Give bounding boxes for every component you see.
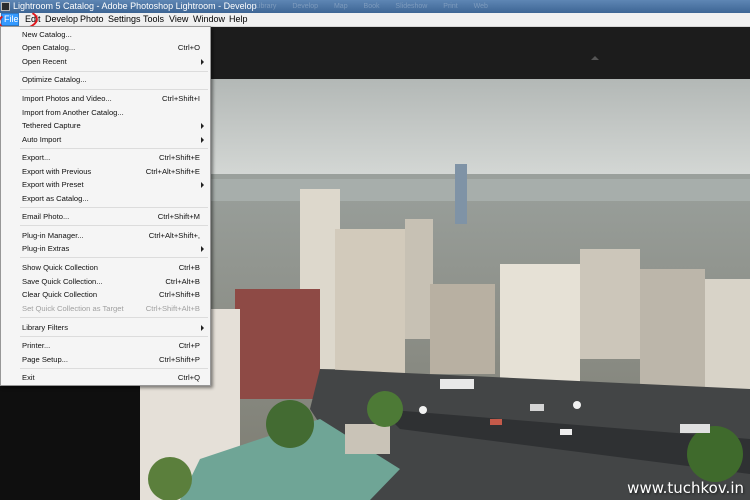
module-picker-ghost: Library Develop Map Book Slideshow Print… (255, 3, 488, 10)
menu-item-page-setup[interactable]: Page Setup... Ctrl+Shift+P (1, 353, 210, 366)
menu-view[interactable]: View (169, 13, 188, 26)
menu-item-exit[interactable]: Exit Ctrl+Q (1, 371, 210, 384)
menu-photo[interactable]: Photo (80, 13, 104, 26)
menu-separator (20, 207, 208, 208)
menu-item-import-photos[interactable]: Import Photos and Video... Ctrl+Shift+I (1, 92, 210, 105)
window-titlebar: Lightroom 5 Catalog - Adobe Photoshop Li… (0, 0, 750, 13)
menu-separator (20, 71, 208, 72)
menu-separator (20, 225, 208, 226)
menu-item-optimize-catalog[interactable]: Optimize Catalog... (1, 73, 210, 86)
watermark: www.tuchkov.in (627, 479, 744, 497)
menu-help[interactable]: Help (229, 13, 248, 26)
menu-item-export-preset[interactable]: Export with Preset (1, 178, 210, 191)
menu-item-new-catalog[interactable]: New Catalog... (1, 28, 210, 41)
menu-separator (20, 336, 208, 337)
menu-separator (20, 148, 208, 149)
menu-item-email-photo[interactable]: Email Photo... Ctrl+Shift+M (1, 210, 210, 223)
menu-item-plugin-extras[interactable]: Plug-in Extras (1, 242, 210, 255)
menu-tools[interactable]: Tools (143, 13, 164, 26)
menu-item-clear-quick-collection[interactable]: Clear Quick Collection Ctrl+Shift+B (1, 288, 210, 301)
menu-separator (20, 89, 208, 90)
menu-item-auto-import[interactable]: Auto Import (1, 133, 210, 146)
menu-item-printer[interactable]: Printer... Ctrl+P (1, 339, 210, 352)
menu-item-library-filters[interactable]: Library Filters (1, 321, 210, 334)
submenu-arrow-icon (201, 59, 204, 65)
menu-bar: File Edit Develop Photo Settings Tools V… (0, 13, 750, 27)
menu-item-set-quick-collection-target: Set Quick Collection as Target Ctrl+Shift… (22, 304, 200, 313)
submenu-arrow-icon (201, 325, 204, 331)
menu-item-export[interactable]: Export... Ctrl+Shift+E (1, 151, 210, 164)
submenu-arrow-icon (201, 123, 204, 129)
menu-separator (20, 257, 208, 258)
collapse-arrow-icon[interactable] (591, 56, 599, 60)
menu-item-save-quick-collection[interactable]: Save Quick Collection... Ctrl+Alt+B (1, 275, 210, 288)
menu-item-tethered-capture[interactable]: Tethered Capture (1, 119, 210, 132)
submenu-arrow-icon (201, 246, 204, 252)
menu-develop[interactable]: Develop (45, 13, 78, 26)
menu-item-export-previous[interactable]: Export with Previous Ctrl+Alt+Shift+E (1, 165, 210, 178)
file-menu-dropdown: New Catalog... Open Catalog... Ctrl+O Ope… (0, 26, 211, 386)
submenu-arrow-icon (201, 182, 204, 188)
city-photo-image (140, 79, 750, 500)
menu-item-export-catalog[interactable]: Export as Catalog... (1, 192, 210, 205)
menu-separator (20, 368, 208, 369)
menu-item-open-catalog[interactable]: Open Catalog... Ctrl+O (1, 41, 210, 54)
lightroom-app-icon[interactable] (1, 2, 10, 11)
menu-settings[interactable]: Settings (108, 13, 141, 26)
photo-preview (140, 79, 750, 500)
menu-item-show-quick-collection[interactable]: Show Quick Collection Ctrl+B (1, 261, 210, 274)
menu-separator (20, 317, 208, 318)
menu-item-plugin-manager[interactable]: Plug-in Manager... Ctrl+Alt+Shift+, (1, 229, 210, 242)
menu-window[interactable]: Window (193, 13, 225, 26)
window-title: Lightroom 5 Catalog - Adobe Photoshop Li… (13, 1, 257, 11)
menu-item-import-catalog[interactable]: Import from Another Catalog... (1, 106, 210, 119)
menu-item-open-recent[interactable]: Open Recent (1, 55, 210, 68)
submenu-arrow-icon (201, 137, 204, 143)
